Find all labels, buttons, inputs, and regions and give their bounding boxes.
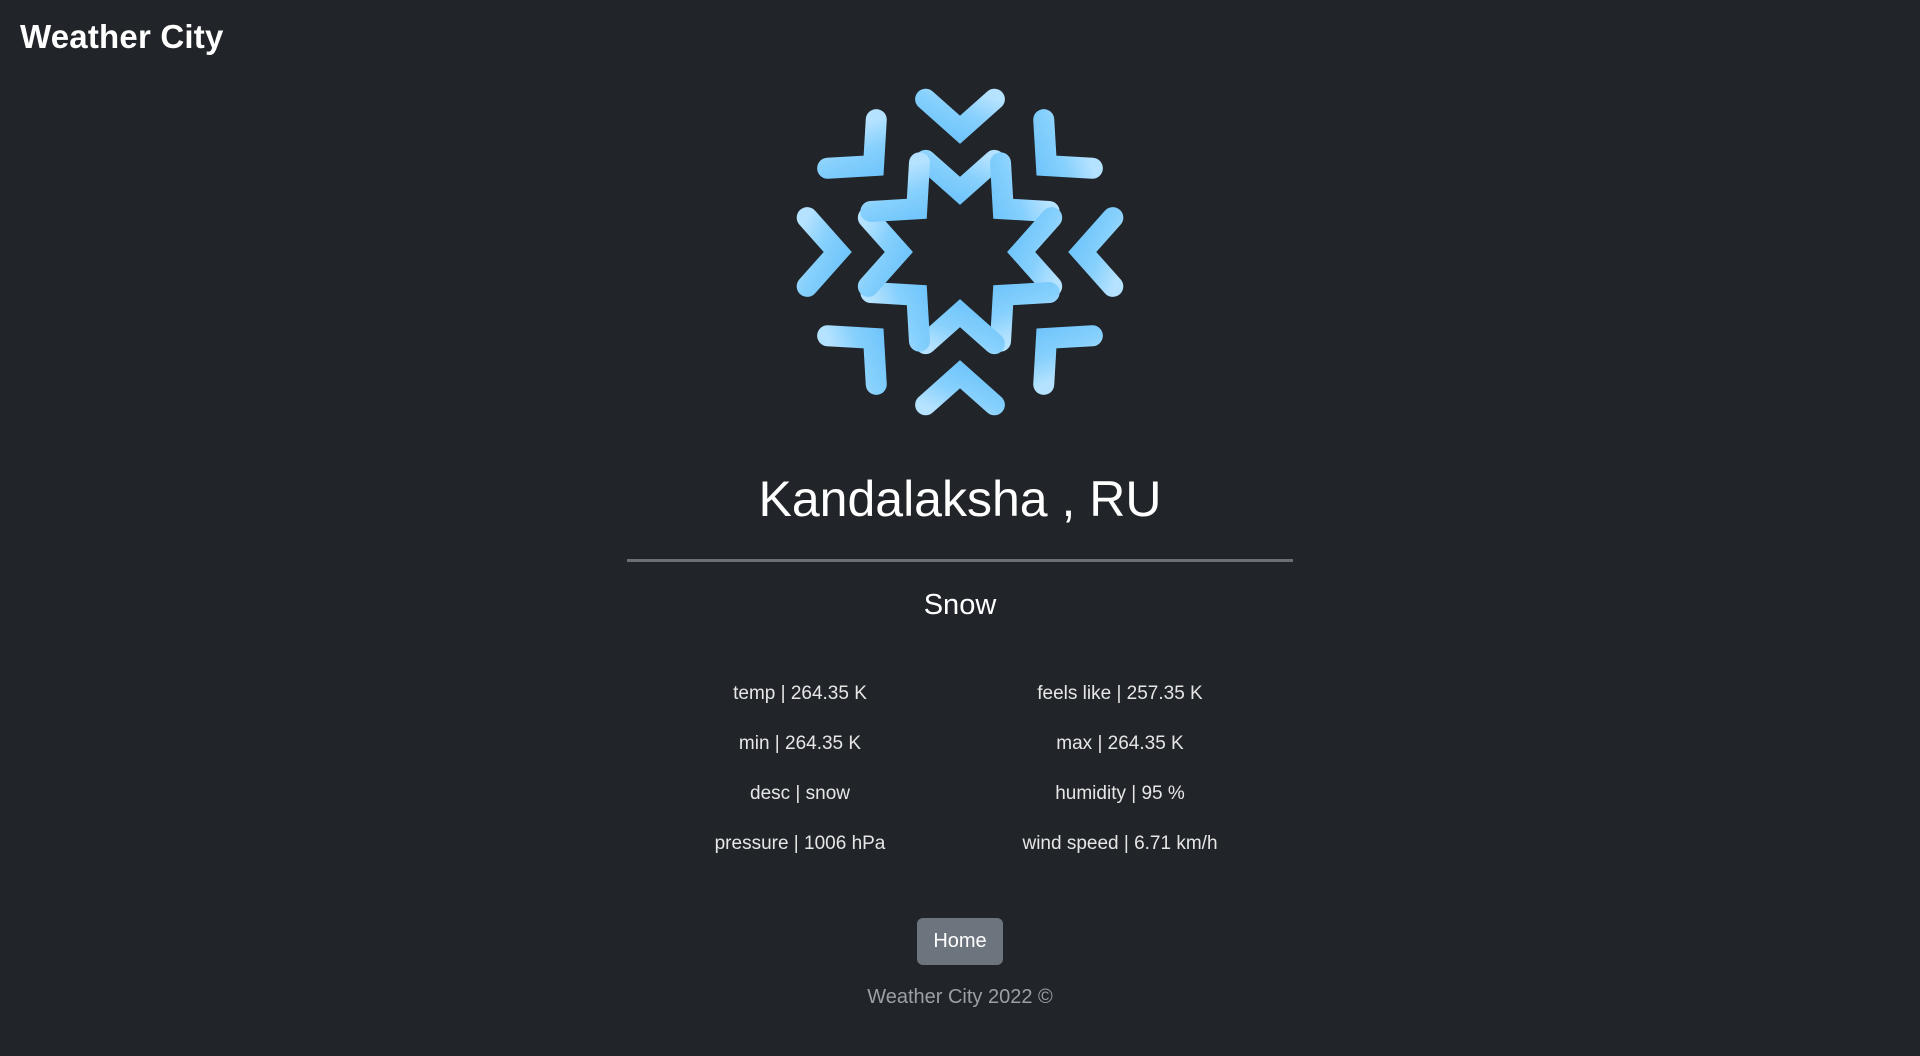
stat-pressure: pressure | 1006 hPa [714, 833, 886, 854]
stat-feels-like: feels like | 257.35 K [1037, 683, 1203, 704]
stat-wind-speed: wind speed | 6.71 km/h [1022, 833, 1218, 854]
divider [627, 559, 1293, 562]
snowflake-icon [769, 61, 1151, 443]
home-button[interactable]: Home [917, 918, 1003, 965]
city-title: Kandalaksha , RU [758, 471, 1162, 527]
stat-desc: desc | snow [750, 783, 850, 804]
weather-main: Snow [923, 589, 997, 621]
stat-humidity: humidity | 95 % [1055, 783, 1185, 804]
footer-text: Weather City 2022 © [867, 986, 1053, 1008]
weather-stats: temp | 264.35 K feels like | 257.35 K mi… [640, 677, 1280, 877]
stat-min: min | 264.35 K [738, 733, 862, 754]
stat-max: max | 264.35 K [1056, 733, 1184, 754]
brand-link[interactable]: Weather City [20, 18, 224, 56]
stat-temp: temp | 264.35 K [733, 683, 867, 704]
